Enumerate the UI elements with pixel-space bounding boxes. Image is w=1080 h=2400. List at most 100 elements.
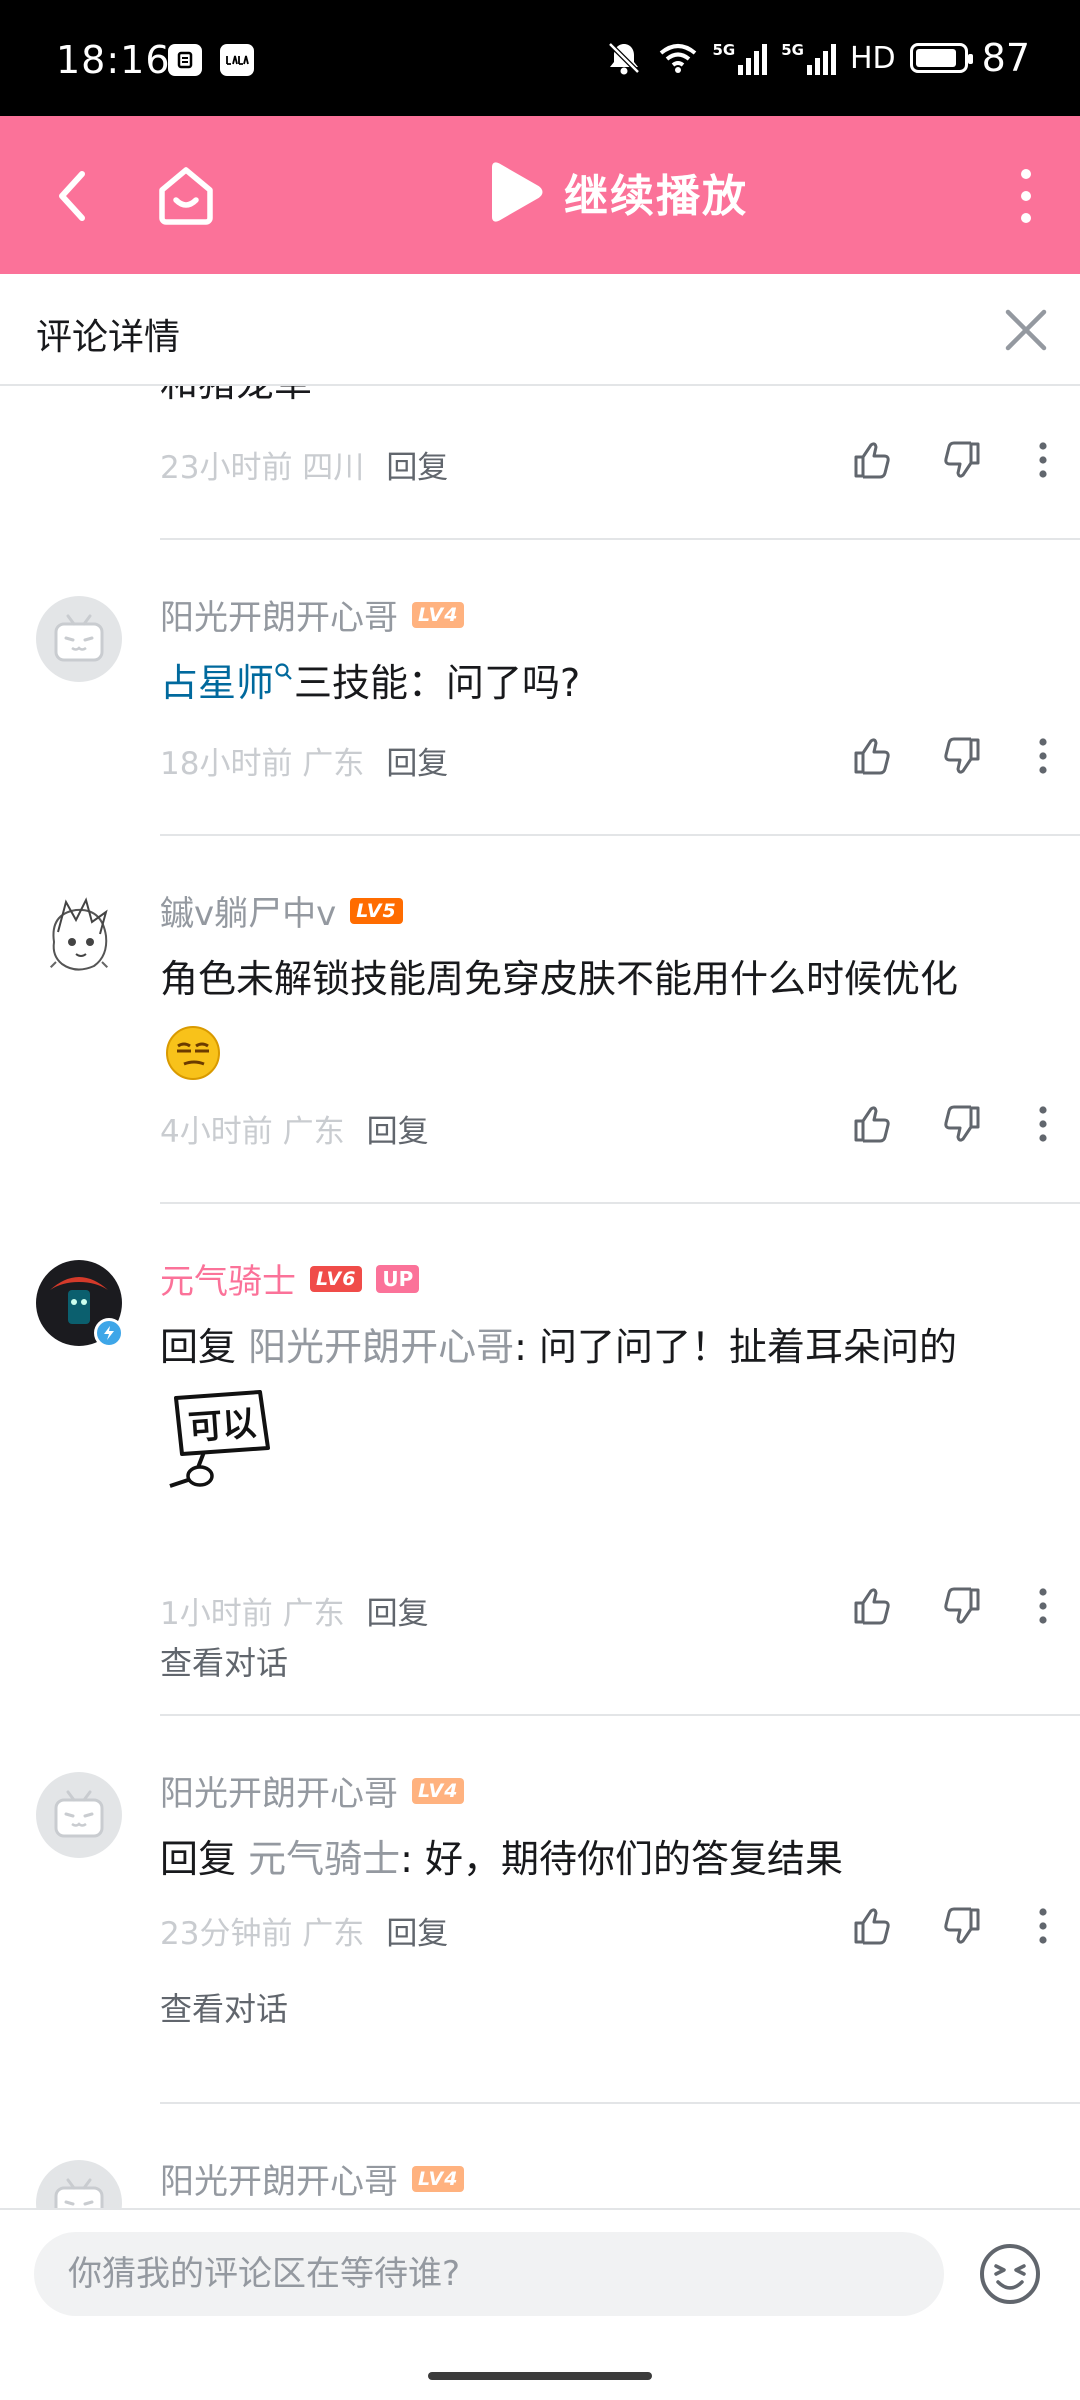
- comment-item: 元气骑士 LV6 UP 回复 阳光开朗开心哥: 问了问了！扯着耳朵问的 可以 1…: [0, 1204, 1080, 1716]
- username[interactable]: 鏚v躺尸中v: [160, 886, 336, 935]
- like-button[interactable]: [846, 1098, 898, 1150]
- username-row: 阳光开朗开心哥 LV4: [160, 1766, 465, 1815]
- comment-list[interactable]: 和猪宠草 23小时前 四川 回复 阳光开朗开心哥 LV4 占星师三技能：问了吗?…: [0, 386, 1080, 2208]
- comment-content: 回复 阳光开朗开心哥: 问了问了！扯着耳朵问的: [160, 1314, 1040, 1380]
- battery-percent: 87: [981, 36, 1030, 80]
- up-badge: UP: [376, 1264, 420, 1293]
- comment-input-pill[interactable]: [34, 2232, 944, 2316]
- username[interactable]: 阳光开朗开心哥: [160, 2154, 398, 2203]
- like-button[interactable]: [846, 434, 898, 486]
- like-button[interactable]: [846, 1580, 898, 1632]
- comment-item: 阳光开朗开心哥 LV4 回复 元气骑士: 好，期待你们的答复结果 23分钟前 广…: [0, 1716, 1080, 2104]
- comment-more-button[interactable]: [1028, 1900, 1058, 1952]
- comment-text: 三技能：问了吗?: [294, 661, 581, 705]
- more-dots-icon: [1039, 1908, 1047, 1944]
- thumbs-down-icon: [944, 441, 980, 478]
- username[interactable]: 元气骑士: [160, 1254, 296, 1303]
- signal-5g-2: 5G: [781, 41, 836, 75]
- username[interactable]: 阳光开朗开心哥: [160, 1766, 398, 1815]
- reply-button[interactable]: 回复: [367, 1588, 429, 1633]
- comment-more-button[interactable]: [1028, 730, 1058, 782]
- thumbs-down-icon: [944, 1587, 980, 1624]
- dislike-button[interactable]: [936, 1580, 988, 1632]
- comment-item: 鏚v躺尸中v LV5 角色未解锁技能周免穿皮肤不能用什么时候优化 4小时前 广东…: [0, 836, 1080, 1204]
- thumbs-down-icon: [944, 1907, 980, 1944]
- comment-actions: [846, 434, 1058, 486]
- dislike-button[interactable]: [936, 434, 988, 486]
- dislike-button[interactable]: [936, 1098, 988, 1150]
- comment-actions: [846, 1098, 1058, 1150]
- reply-prefix: 回复: [160, 1325, 237, 1369]
- signal-bars-icon: [738, 44, 768, 75]
- comment-item: 阳光开朗开心哥 LV4 占星师 三技能：问了吗? 18小时前 广东 回复: [0, 540, 1080, 836]
- lightning-icon: [104, 1326, 114, 1340]
- like-button[interactable]: [846, 730, 898, 782]
- play-icon: [492, 162, 543, 222]
- close-icon[interactable]: [992, 296, 1060, 364]
- signal-5g-label: 5G: [781, 41, 804, 59]
- sticker-keyi: 可以: [164, 1390, 274, 1496]
- status-left-icons: [168, 44, 254, 76]
- emoji-icon[interactable]: [976, 2240, 1044, 2308]
- comment-actions: [846, 1580, 1058, 1632]
- battery-fill: [915, 49, 956, 67]
- reply-button[interactable]: 回复: [386, 738, 448, 783]
- hd-label: HD: [849, 40, 896, 76]
- comment-input-bar: [0, 2208, 1080, 2400]
- comment-input[interactable]: [34, 2232, 944, 2316]
- thumbs-up-icon: [854, 1908, 890, 1945]
- home-indicator[interactable]: [428, 2372, 652, 2380]
- continue-play-button[interactable]: 继续播放: [486, 160, 748, 224]
- avatar[interactable]: [36, 2160, 122, 2208]
- signal-bars-icon: [806, 44, 836, 75]
- dislike-button[interactable]: [936, 1900, 988, 1952]
- comment-meta: 23小时前 四川 回复: [160, 442, 448, 487]
- reply-prefix: 回复: [160, 1837, 237, 1881]
- comment-meta: 1小时前 广东 回复: [160, 1588, 429, 1633]
- level-badge: LV4: [412, 601, 465, 628]
- verified-badge: [94, 1318, 124, 1348]
- reply-button[interactable]: 回复: [367, 1106, 429, 1151]
- home-icon[interactable]: [150, 158, 222, 230]
- comment-content: 和猪宠草: [160, 386, 1040, 416]
- default-avatar-icon: [54, 1790, 104, 1838]
- more-dots-icon: [1039, 1588, 1047, 1624]
- dislike-button[interactable]: [936, 730, 988, 782]
- comment-text: : 问了问了！扯着耳朵问的: [514, 1325, 958, 1369]
- avatar[interactable]: [36, 596, 122, 682]
- comment-item: 和猪宠草 23小时前 四川 回复: [0, 386, 1080, 540]
- sticker-text: 可以: [186, 1403, 258, 1449]
- view-conversation-link[interactable]: 查看对话: [160, 1984, 288, 2030]
- thumbs-up-icon: [854, 738, 890, 775]
- reply-to-user[interactable]: 元气骑士: [248, 1837, 400, 1881]
- search-link[interactable]: 占星师: [160, 661, 274, 705]
- avatar[interactable]: [36, 892, 122, 978]
- username[interactable]: 阳光开朗开心哥: [160, 590, 398, 639]
- comment-more-button[interactable]: [1028, 1580, 1058, 1632]
- level-badge: LV5: [350, 897, 403, 924]
- wifi-icon: [660, 44, 697, 73]
- more-dots-icon: [1039, 738, 1047, 774]
- lala-app-icon: [220, 44, 254, 76]
- username-row: 鏚v躺尸中v LV5: [160, 886, 403, 935]
- more-vertical-icon[interactable]: [996, 160, 1056, 232]
- back-arrow-icon[interactable]: [38, 160, 110, 232]
- comment-actions: [846, 730, 1058, 782]
- comment-meta: 4小时前 广东 回复: [160, 1106, 429, 1151]
- comment-meta: 23分钟前 广东 回复: [160, 1908, 448, 1953]
- thumbs-down-icon: [944, 1105, 980, 1142]
- comment-more-button[interactable]: [1028, 1098, 1058, 1150]
- comment-more-button[interactable]: [1028, 434, 1058, 486]
- reply-to-user[interactable]: 阳光开朗开心哥: [248, 1325, 514, 1369]
- comment-actions: [846, 1900, 1058, 1952]
- comment-time: 23分钟前 广东: [160, 1916, 365, 1952]
- view-conversation-link[interactable]: 查看对话: [160, 1638, 288, 1684]
- status-bar: 18:16 5G 5G HD 87: [0, 0, 1080, 116]
- avatar[interactable]: [36, 1260, 124, 1348]
- reply-button[interactable]: 回复: [386, 442, 448, 487]
- reply-button[interactable]: 回复: [386, 1908, 448, 1953]
- avatar[interactable]: [36, 1772, 122, 1858]
- search-icon: [275, 663, 292, 680]
- like-button[interactable]: [846, 1900, 898, 1952]
- comment-content: 角色未解锁技能周免穿皮肤不能用什么时候优化: [160, 957, 959, 1001]
